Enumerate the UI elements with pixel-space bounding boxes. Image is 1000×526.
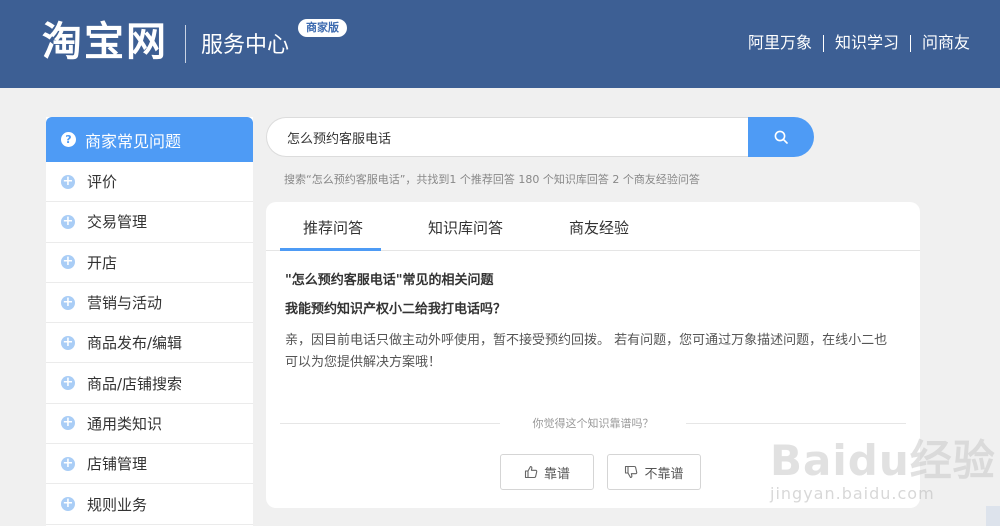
sidebar-header[interactable]: ? 商家常见问题 [46,117,253,162]
helpful-label: 靠谱 [543,466,570,482]
sidebar-item-general[interactable]: + 通用类知识 [46,404,253,445]
question-title: 我能预约知识产权小二给我打电话吗？ [285,302,507,317]
thumbs-down-icon [625,465,638,479]
plus-icon: + [61,496,75,512]
nav-separator [909,34,911,52]
answer-tabs: 推荐问答 知识库问答 商友经验 [266,202,920,251]
sidebar-item-marketing[interactable]: + 营销与活动 [46,283,253,324]
corner-handle [986,506,1000,526]
sidebar-item-search[interactable]: + 商品/店铺搜索 [46,363,253,404]
nav-link-aliwanxiang[interactable]: 阿里万象 [748,32,812,54]
faq-sidebar: ? 商家常见问题 + 评价 + 交易管理 + 开店 + 营销与活动 + 商品发布… [46,117,253,526]
nav-link-knowledge[interactable]: 知识学习 [835,32,899,54]
sidebar-item-label: 商品发布/编辑 [87,334,183,353]
search-button[interactable] [748,117,814,157]
sidebar-item-store-management[interactable]: + 店铺管理 [46,444,253,485]
sidebar-title: 商家常见问题 [85,131,182,151]
sidebar-item-label: 营销与活动 [87,294,163,313]
thumbs-up-icon [524,465,538,479]
sidebar-item-publish[interactable]: + 商品发布/编辑 [46,323,253,364]
plus-icon: + [61,415,75,431]
plus-icon: + [61,455,75,471]
search-bar [266,117,814,157]
nav-link-ask-peers[interactable]: 问商友 [922,32,970,54]
search-input[interactable] [266,117,750,157]
tab-recommended[interactable]: 推荐问答 [303,218,363,238]
sidebar-item-reviews[interactable]: + 评价 [46,162,253,203]
sidebar-item-label: 交易管理 [87,213,148,232]
related-questions-title: "怎么预约客服电话"常见的相关问题 [285,273,494,288]
nav-separator [822,34,824,52]
not-helpful-button[interactable]: 不靠谱 [607,454,701,490]
plus-icon: + [61,334,75,350]
service-center-title[interactable]: 服务中心 [201,31,289,61]
plus-icon: + [61,294,75,310]
sidebar-item-label: 规则业务 [87,495,148,514]
baidu-jingyan-watermark: Baidu经验 jingyan.baidu.com [770,416,1000,526]
sidebar-item-trade[interactable]: + 交易管理 [46,202,253,243]
sidebar-item-label: 店铺管理 [87,455,148,474]
answer-text: 亲，因目前电话只做主动外呼使用，暂不接受预约回拨。 若有问题，您可通过万象描述问… [285,333,888,370]
sidebar-item-rules[interactable]: + 规则业务 [46,484,253,525]
taobao-logo[interactable]: 淘宝网 [42,18,168,66]
logo-divider [185,25,186,63]
merchant-edition-badge: 商家版 [298,19,347,37]
sidebar-item-label: 评价 [87,173,118,192]
top-header: 淘宝网 服务中心 商家版 阿里万象 知识学习 问商友 [0,0,1000,88]
search-icon [774,130,788,144]
tab-peer-experience[interactable]: 商友经验 [569,218,629,238]
not-helpful-label: 不靠谱 [644,466,684,482]
watermark-logo: Baidu经验 [770,436,996,485]
helpful-button[interactable]: 靠谱 [500,454,594,490]
top-nav: 阿里万象 知识学习 问商友 [748,32,970,54]
search-result-summary: 搜索“怎么预约客服电话”，共找到1 个推荐回答 180 个知识库回答 2 个商友… [284,173,700,186]
tab-knowledge-base[interactable]: 知识库问答 [428,218,503,238]
sidebar-item-label: 开店 [87,253,118,272]
question-icon: ? [61,132,76,147]
watermark-url: jingyan.baidu.com [770,484,935,503]
sidebar-item-label: 商品/店铺搜索 [87,374,183,393]
sidebar-item-open-store[interactable]: + 开店 [46,243,253,283]
plus-icon: + [61,213,75,229]
plus-icon: + [61,375,75,391]
plus-icon: + [61,254,75,270]
plus-icon: + [61,173,75,189]
sidebar-item-label: 通用类知识 [87,414,163,433]
active-tab-indicator [280,248,381,251]
